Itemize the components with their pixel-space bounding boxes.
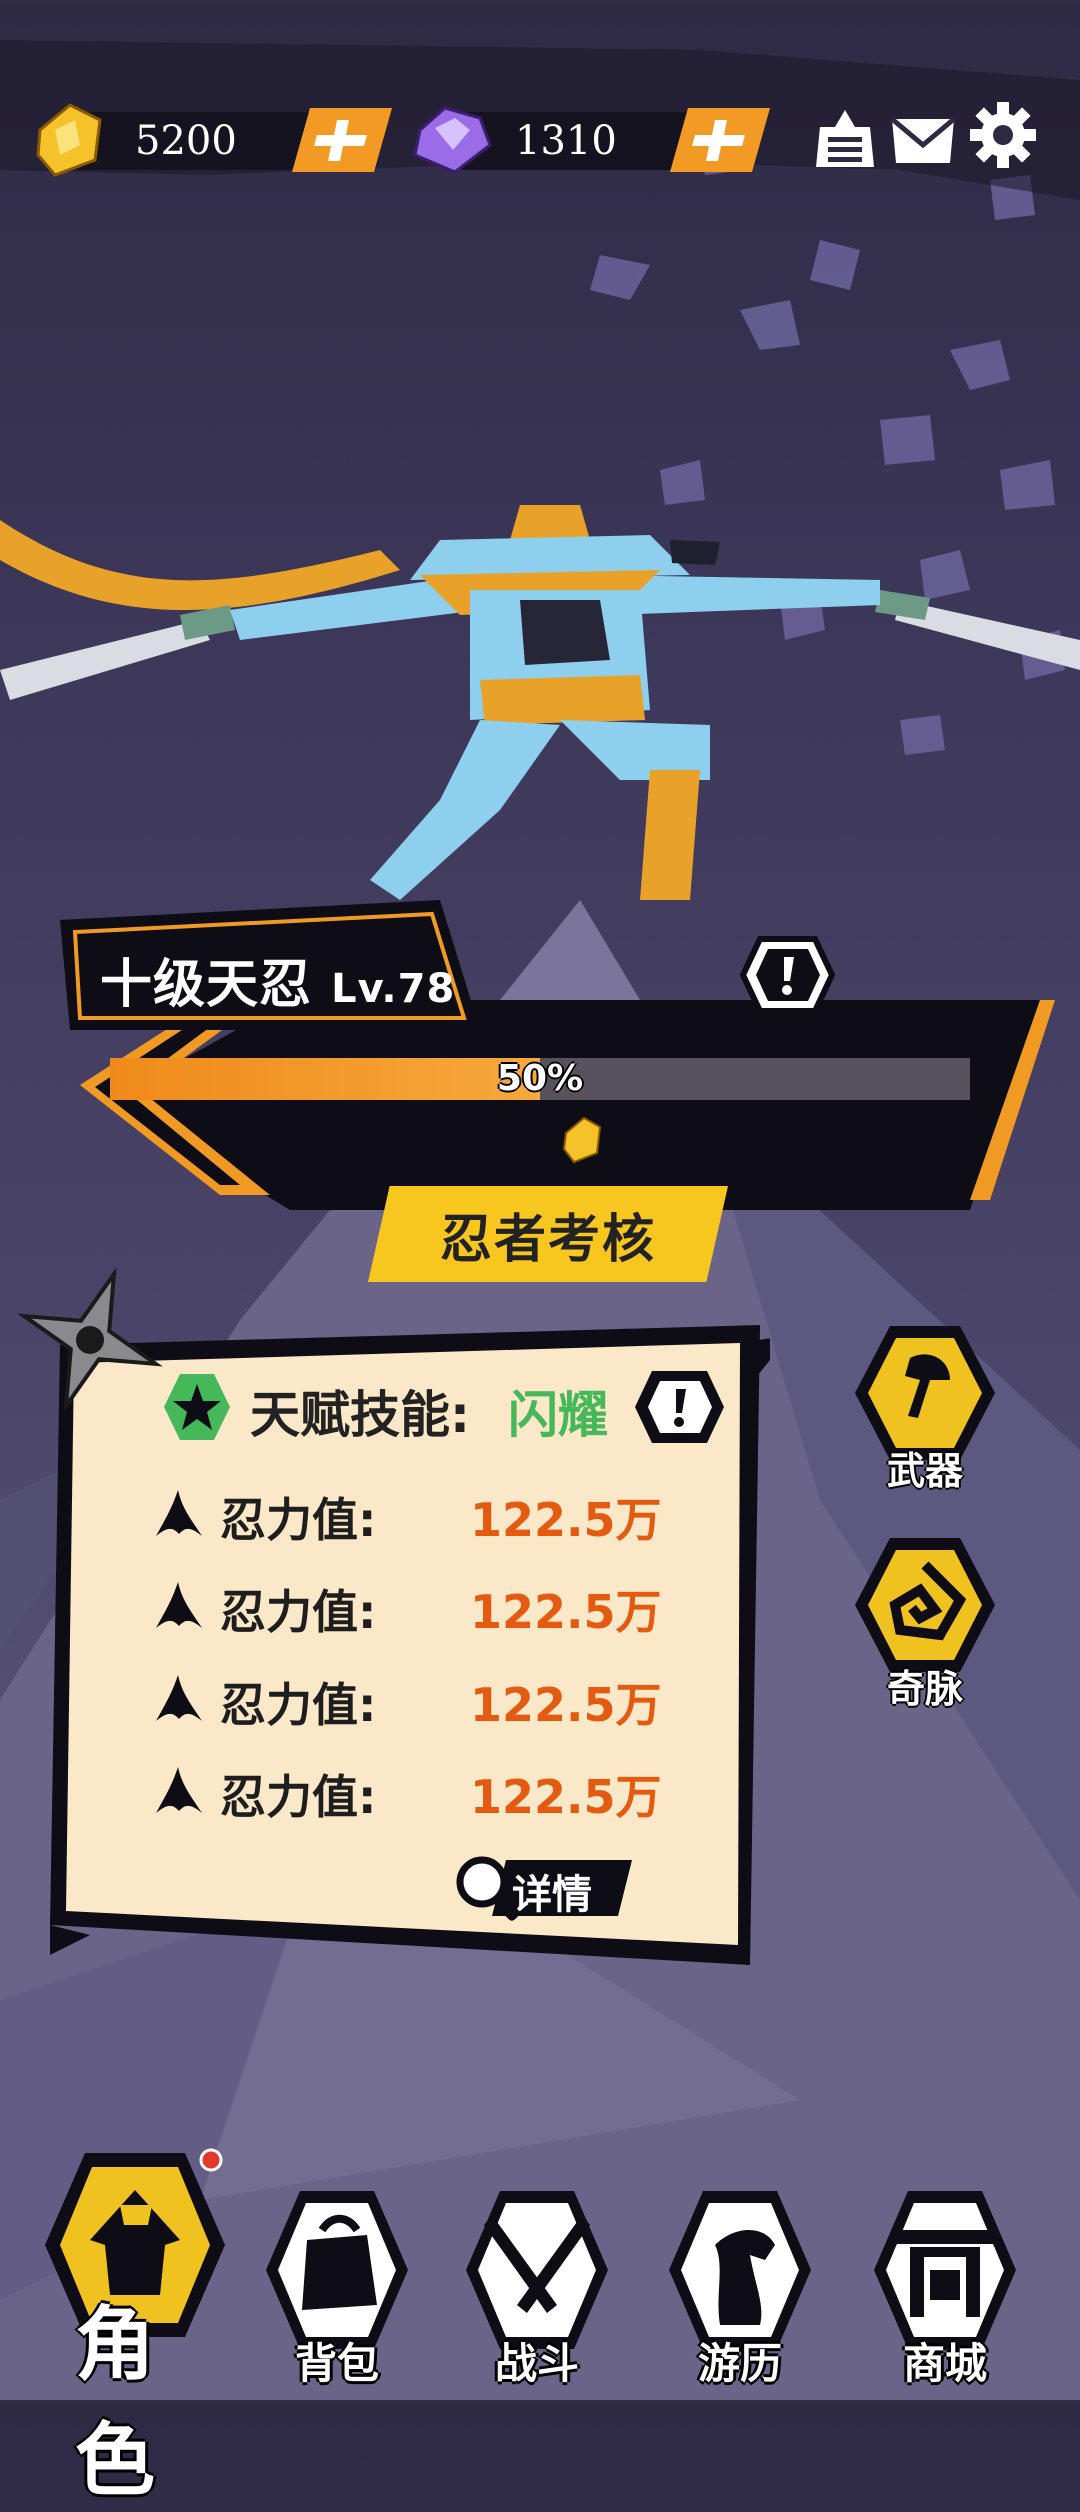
- meridian-label: 奇脉: [886, 1667, 963, 1711]
- info-exclamation-icon[interactable]: [740, 935, 835, 1015]
- mail-icon[interactable]: [888, 105, 958, 175]
- ninja-exam-button[interactable]: 忍者考核: [368, 1186, 728, 1282]
- shuriken-icon: [17, 1267, 163, 1413]
- character-rank: 十级天忍: [100, 955, 313, 1015]
- stat-row: 忍力值: 122.5万: [150, 1570, 710, 1640]
- nav-tab-backpack[interactable]: 背包: [262, 2185, 422, 2388]
- stat-value: 122.5万: [470, 1770, 662, 1824]
- talent-info-icon[interactable]: [632, 1367, 727, 1447]
- talent-skill-value: 闪耀: [508, 1386, 608, 1444]
- stat-label: 忍力值:: [220, 1585, 377, 1639]
- ninja-exam-label: 忍者考核: [439, 1209, 656, 1270]
- stat-row: 忍力值: 122.5万: [150, 1755, 710, 1825]
- weapon-button[interactable]: 武器: [850, 1318, 1000, 1493]
- meridian-button[interactable]: 奇脉: [850, 1530, 1000, 1711]
- stat-label: 忍力值:: [220, 1678, 377, 1732]
- gem-currency: 1310: [405, 100, 785, 180]
- ninja-character-figure: [0, 505, 1080, 900]
- stat-label: 忍力值:: [220, 1770, 377, 1824]
- settings-gear-icon[interactable]: [968, 100, 1038, 170]
- ninja-power-icon: [156, 1490, 202, 1536]
- stat-label: 忍力值:: [220, 1493, 377, 1547]
- purple-gem-icon: [413, 106, 492, 174]
- notification-dot-icon: [199, 2148, 223, 2172]
- character-title: 十级天忍 Lv.78: [100, 942, 455, 1017]
- nav-label-backpack: 背包: [294, 2339, 379, 2388]
- notice-icon[interactable]: [810, 105, 880, 175]
- level-banner: [60, 900, 1055, 1210]
- ninja-power-icon: [156, 1767, 202, 1813]
- nav-tab-battle[interactable]: 战斗: [462, 2185, 622, 2388]
- nav-label-shop: 商城: [902, 2339, 987, 2388]
- gold-ingot-small-icon: [562, 1116, 602, 1164]
- gold-value: 5200: [135, 118, 237, 164]
- nav-tab-character[interactable]: 角色: [40, 2145, 230, 2507]
- gold-currency: 5200: [30, 100, 392, 180]
- ninja-power-icon: [156, 1675, 202, 1721]
- character-level: Lv.78: [331, 966, 456, 1012]
- gold-ingot-icon: [36, 103, 102, 177]
- stat-value: 122.5万: [470, 1585, 662, 1639]
- details-button[interactable]: 详情: [452, 1852, 632, 1922]
- nav-label-travel: 游历: [697, 2339, 782, 2388]
- nav-tab-travel[interactable]: 游历: [665, 2185, 825, 2388]
- plus-icon: [314, 120, 367, 161]
- stat-value: 122.5万: [470, 1493, 662, 1547]
- nav-tab-shop[interactable]: 商城: [870, 2185, 1030, 2388]
- experience-progress-bar: 50%: [110, 1058, 970, 1100]
- nav-label-battle: 战斗: [494, 2339, 579, 2388]
- stat-value: 122.5万: [470, 1678, 662, 1732]
- stat-row: 忍力值: 122.5万: [150, 1478, 710, 1548]
- ninja-power-icon: [156, 1582, 202, 1628]
- nav-label-character: 角色: [75, 2298, 155, 2507]
- gem-value: 1310: [515, 118, 617, 164]
- stat-row: 忍力值: 122.5万: [150, 1663, 710, 1733]
- plus-icon: [692, 120, 745, 161]
- talent-skill-label: 天赋技能:: [250, 1386, 470, 1444]
- details-label: 详情: [512, 1872, 592, 1918]
- experience-progress-text: 50%: [496, 1058, 584, 1099]
- talent-star-icon: [164, 1374, 230, 1440]
- weapon-label: 武器: [886, 1449, 963, 1493]
